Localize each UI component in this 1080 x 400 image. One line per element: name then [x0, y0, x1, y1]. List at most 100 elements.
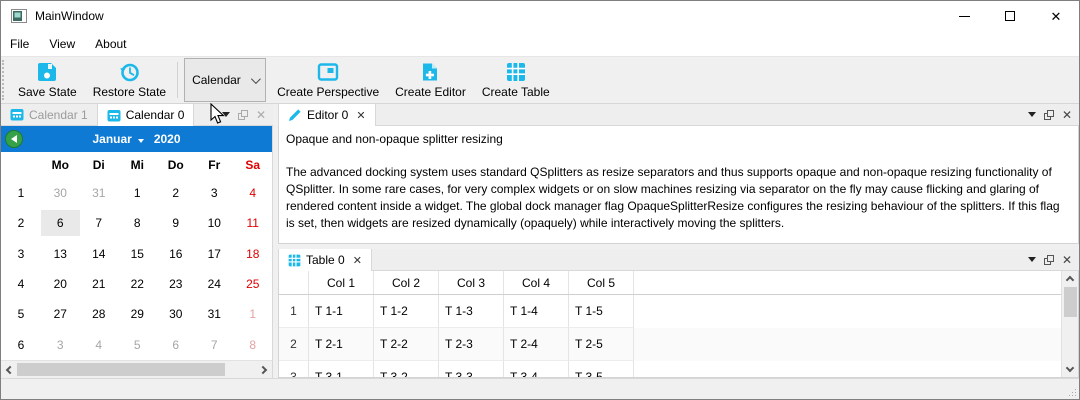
create-editor-button[interactable]: Create Editor: [387, 57, 474, 103]
calendar-day[interactable]: 7: [195, 332, 234, 358]
calendar-day[interactable]: 15: [118, 241, 157, 267]
minimize-button[interactable]: [941, 1, 987, 31]
scroll-right-icon[interactable]: [259, 365, 267, 373]
create-table-button[interactable]: Create Table: [474, 57, 558, 103]
calendar-day[interactable]: 3: [41, 332, 80, 358]
calendar-year[interactable]: 2020: [154, 132, 181, 146]
tabs-menu-icon[interactable]: [1028, 257, 1036, 262]
table-cell[interactable]: T 3-5: [569, 361, 634, 378]
table-cell[interactable]: T 1-2: [374, 295, 439, 328]
calendar-day[interactable]: 13: [41, 241, 80, 267]
calendar-day[interactable]: 3: [195, 180, 234, 206]
tab-table-0[interactable]: Table 0 ✕: [278, 249, 372, 271]
calendar-day[interactable]: 5: [118, 332, 157, 358]
tab-editor-0[interactable]: Editor 0 ✕: [278, 104, 376, 126]
scroll-down-icon[interactable]: [1066, 364, 1074, 372]
calendar-day[interactable]: 14: [80, 241, 119, 267]
table-vertical-scrollbar[interactable]: [1061, 271, 1078, 377]
tab-close-icon[interactable]: ✕: [356, 109, 365, 122]
calendar-day[interactable]: 30: [41, 180, 80, 206]
calendar-day[interactable]: 4: [80, 332, 119, 358]
table-cell[interactable]: T 3-4: [504, 361, 569, 378]
column-header[interactable]: Col 3: [439, 271, 504, 294]
calendar-day[interactable]: 1: [118, 180, 157, 206]
row-header[interactable]: 1: [279, 295, 309, 328]
scrollbar-thumb[interactable]: [17, 363, 225, 376]
column-header[interactable]: Col 5: [569, 271, 634, 294]
create-perspective-button[interactable]: Create Perspective: [269, 57, 387, 103]
calendar-day[interactable]: 28: [80, 301, 119, 327]
table-cell[interactable]: T 2-2: [374, 328, 439, 361]
tabs-menu-icon[interactable]: [1028, 112, 1036, 117]
calendar-day[interactable]: 29: [118, 301, 157, 327]
dock-close-icon[interactable]: ✕: [1062, 254, 1072, 266]
resize-grip[interactable]: [1075, 395, 1076, 396]
calendar-day[interactable]: 23: [157, 271, 196, 297]
calendar-day[interactable]: 2: [157, 180, 196, 206]
table-cell[interactable]: T 1-4: [504, 295, 569, 328]
scroll-up-icon[interactable]: [1066, 276, 1074, 284]
menu-view[interactable]: View: [39, 33, 85, 55]
back-button[interactable]: [5, 130, 23, 148]
calendar-day-selected[interactable]: 6: [41, 210, 80, 236]
row-header[interactable]: 3: [279, 361, 309, 378]
toolbar-handle[interactable]: [2, 60, 9, 100]
calendar-day[interactable]: 25: [234, 271, 273, 297]
calendar-day[interactable]: 11: [234, 210, 273, 236]
editor-text-area[interactable]: Opaque and non-opaque splitter resizing …: [278, 126, 1079, 244]
table-cell[interactable]: T 2-3: [439, 328, 504, 361]
tab-calendar-1[interactable]: Calendar 1: [1, 104, 97, 125]
table-cell[interactable]: T 3-1: [309, 361, 374, 378]
calendar-day[interactable]: 10: [195, 210, 234, 236]
tab-close-icon[interactable]: ✕: [353, 254, 362, 267]
table-cell[interactable]: T 1-3: [439, 295, 504, 328]
calendar-day[interactable]: 17: [195, 241, 234, 267]
calendar-day[interactable]: 20: [41, 271, 80, 297]
table-cell[interactable]: T 3-2: [374, 361, 439, 378]
menu-file[interactable]: File: [1, 33, 39, 55]
dock-close-icon[interactable]: ✕: [1062, 109, 1072, 121]
calendar-day[interactable]: 31: [80, 180, 119, 206]
row-header[interactable]: 2: [279, 328, 309, 361]
column-header[interactable]: Col 4: [504, 271, 569, 294]
column-header[interactable]: Col 2: [374, 271, 439, 294]
calendar-day[interactable]: 27: [41, 301, 80, 327]
calendar-day[interactable]: 16: [157, 241, 196, 267]
save-state-button[interactable]: Save State: [10, 57, 85, 103]
calendar-month[interactable]: Januar: [92, 132, 131, 146]
calendar-day[interactable]: 8: [234, 332, 273, 358]
calendar-day[interactable]: 1: [234, 301, 273, 327]
calendar-day[interactable]: 18: [234, 241, 273, 267]
column-header[interactable]: Col 1: [309, 271, 374, 294]
tabs-menu-icon[interactable]: [222, 112, 230, 117]
calendar-day[interactable]: 31: [195, 301, 234, 327]
table-cell[interactable]: T 2-5: [569, 328, 634, 361]
table-cell[interactable]: T 1-1: [309, 295, 374, 328]
restore-state-button[interactable]: Restore State: [85, 57, 174, 103]
float-window-icon[interactable]: [1044, 255, 1054, 265]
float-window-icon[interactable]: [238, 110, 248, 120]
calendar-day[interactable]: 9: [157, 210, 196, 236]
calendar-day[interactable]: 4: [234, 180, 273, 206]
calendar-day[interactable]: 24: [195, 271, 234, 297]
table-cell[interactable]: T 3-3: [439, 361, 504, 378]
tab-calendar-0[interactable]: Calendar 0: [97, 104, 195, 126]
table-cell[interactable]: T 2-4: [504, 328, 569, 361]
scrollbar-thumb[interactable]: [1064, 287, 1077, 317]
calendar-day[interactable]: 6: [157, 332, 196, 358]
table-cell[interactable]: T 2-1: [309, 328, 374, 361]
calendar-day[interactable]: 22: [118, 271, 157, 297]
calendar-day[interactable]: 21: [80, 271, 119, 297]
calendar-day[interactable]: 8: [118, 210, 157, 236]
calendar-horizontal-scrollbar[interactable]: [1, 360, 272, 378]
scroll-left-icon[interactable]: [6, 365, 14, 373]
dock-close-icon[interactable]: ✕: [256, 109, 266, 121]
maximize-button[interactable]: [987, 1, 1033, 31]
calendar-day[interactable]: 30: [157, 301, 196, 327]
perspective-combobox[interactable]: Calendar: [184, 58, 266, 102]
table-cell[interactable]: T 1-5: [569, 295, 634, 328]
close-button[interactable]: ✕: [1033, 1, 1079, 31]
float-window-icon[interactable]: [1044, 110, 1054, 120]
calendar-day[interactable]: 7: [80, 210, 119, 236]
menu-about[interactable]: About: [85, 33, 136, 55]
